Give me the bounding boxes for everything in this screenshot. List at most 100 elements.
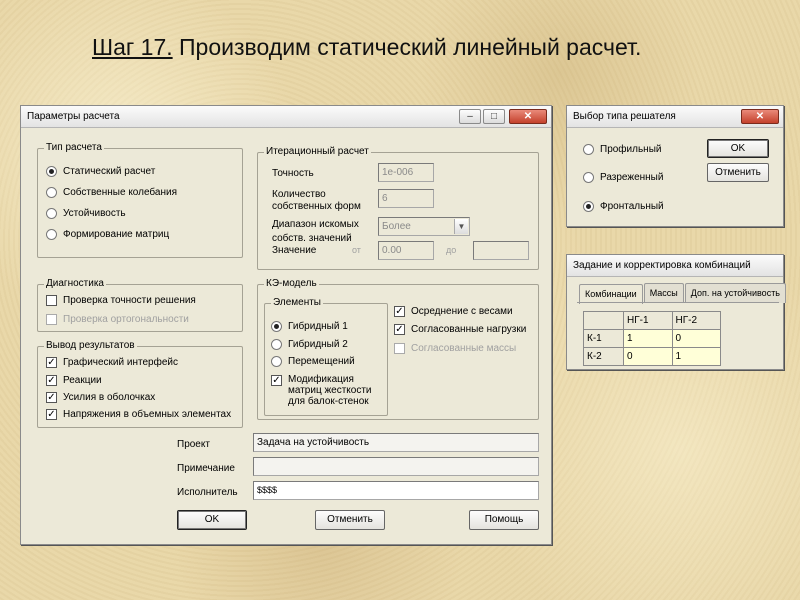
- calc-type-matrices[interactable]: Формирование матриц: [46, 229, 169, 240]
- matrix-modification[interactable]: ✓ Модификация матриц жесткости для балок…: [271, 374, 372, 407]
- element-displacements[interactable]: Перемещений: [271, 356, 355, 367]
- table-cell[interactable]: 0: [623, 347, 673, 366]
- to-label: до: [446, 245, 457, 255]
- checkbox-icon-checked: ✓: [271, 374, 282, 386]
- check-precision[interactable]: Проверка точности решения: [46, 295, 196, 306]
- tab-masses[interactable]: Массы: [643, 283, 684, 303]
- from-input[interactable]: 0.00: [378, 241, 434, 260]
- element-hybrid-2[interactable]: Гибридный 2: [271, 339, 348, 350]
- modes-count-input[interactable]: 6: [378, 189, 434, 208]
- table-cell[interactable]: 1: [671, 347, 721, 366]
- params-window-title: Параметры расчета: [27, 111, 120, 122]
- solver-cancel-button[interactable]: Отменить: [707, 163, 769, 182]
- project-input[interactable]: Задача на устойчивость: [253, 433, 539, 452]
- check-orthogonality[interactable]: Проверка ортогональности: [46, 314, 189, 325]
- table-cell[interactable]: 1: [623, 329, 673, 348]
- author-input[interactable]: $$$$: [253, 481, 539, 500]
- calc-type-stability[interactable]: Устойчивость: [46, 208, 126, 219]
- matrix-modification-label: Модификация матриц жесткости для балок-с…: [288, 374, 372, 407]
- output-solid-stresses-label: Напряжения в объемных элементах: [63, 409, 232, 420]
- chevron-down-icon[interactable]: ▼: [454, 219, 468, 234]
- output-solid-stresses[interactable]: ✓ Напряжения в объемных элементах: [46, 409, 231, 420]
- elements-group: Элементы Гибридный 1 Гибридный 2 Перемещ…: [264, 297, 388, 416]
- range-select-value: Более: [382, 221, 411, 232]
- solver-sparse[interactable]: Разреженный: [583, 172, 663, 183]
- value-label: Значение: [272, 245, 317, 256]
- calc-type-matrices-label: Формирование матриц: [63, 229, 170, 240]
- check-averaging[interactable]: ✓ Осреднение с весами: [394, 306, 513, 317]
- tab-stability[interactable]: Доп. на устойчивость: [684, 283, 786, 303]
- calc-type-eigen[interactable]: Собственные колебания: [46, 187, 177, 198]
- output-gui[interactable]: ✓ Графический интерфейс: [46, 357, 178, 368]
- modes-label-1: Количество: [272, 189, 326, 200]
- checkbox-icon-disabled: [46, 314, 57, 325]
- combinations-titlebar: Задание и корректировка комбинаций: [567, 255, 783, 277]
- note-input[interactable]: [253, 457, 539, 476]
- radio-icon-selected: [271, 321, 282, 332]
- note-label: Примечание: [177, 463, 235, 474]
- table-row: К-2 0 1: [583, 347, 721, 366]
- check-averaging-label: Осреднение с весами: [411, 306, 513, 317]
- help-button[interactable]: Помощь: [469, 510, 539, 530]
- solver-ok-button[interactable]: OK: [707, 139, 769, 158]
- radio-icon: [583, 172, 594, 183]
- iteration-legend: Итерационный расчет: [264, 146, 371, 157]
- radio-icon: [583, 144, 594, 155]
- element-hybrid-2-label: Гибридный 2: [288, 339, 348, 350]
- iteration-group: Итерационный расчет Точность 1e-006 Коли…: [257, 146, 539, 270]
- close-button[interactable]: ✕: [741, 109, 779, 124]
- check-precision-label: Проверка точности решения: [63, 295, 196, 306]
- radio-icon-selected: [583, 201, 594, 212]
- slide-title: Шаг 17. Производим статический линейный …: [92, 34, 641, 61]
- table-corner-cell: [583, 311, 624, 330]
- solver-frontal-label: Фронтальный: [600, 201, 664, 212]
- params-window: Параметры расчета – □ ✕ Тип расчета Стат…: [20, 105, 552, 545]
- cancel-button[interactable]: Отменить: [315, 510, 385, 530]
- combinations-table: НГ-1 НГ-2 К-1 1 0 К-2 0 1: [583, 311, 721, 366]
- solver-profile-label: Профильный: [600, 144, 662, 155]
- check-consistent-masses[interactable]: Согласованные массы: [394, 343, 516, 354]
- row-header: К-2: [583, 347, 624, 366]
- checkbox-icon-checked: ✓: [46, 356, 57, 368]
- checkbox-icon-checked: ✓: [46, 408, 57, 420]
- element-hybrid-1-label: Гибридный 1: [288, 321, 348, 332]
- check-consistent-loads[interactable]: ✓ Согласованные нагрузки: [394, 324, 526, 335]
- output-group: Вывод результатов ✓ Графический интерфейс…: [37, 340, 243, 428]
- close-button[interactable]: ✕: [509, 109, 547, 124]
- checkbox-icon-checked: ✓: [394, 305, 405, 317]
- range-select[interactable]: Более ▼: [378, 217, 470, 236]
- maximize-button[interactable]: □: [483, 109, 505, 124]
- tab-combinations[interactable]: Комбинации: [579, 284, 643, 304]
- fe-model-group: КЭ-модель Элементы Гибридный 1 Гибридный…: [257, 278, 539, 420]
- solver-profile[interactable]: Профильный: [583, 144, 661, 155]
- mod-line-1: Модификация: [288, 374, 354, 385]
- radio-icon-selected: [46, 166, 57, 177]
- output-shell-forces[interactable]: ✓ Усилия в оболочках: [46, 392, 155, 403]
- output-reactions[interactable]: ✓ Реакции: [46, 375, 102, 386]
- element-displacements-label: Перемещений: [288, 356, 355, 367]
- minimize-button[interactable]: –: [459, 109, 481, 124]
- diagnostics-legend: Диагностика: [44, 278, 106, 289]
- table-cell[interactable]: 0: [671, 329, 721, 348]
- from-label: от: [352, 245, 361, 255]
- table-header-row: НГ-1 НГ-2: [583, 311, 721, 330]
- combinations-window: Задание и корректировка комбинаций Комби…: [566, 254, 787, 370]
- ok-button[interactable]: OK: [177, 510, 247, 530]
- calc-type-eigen-label: Собственные колебания: [63, 187, 178, 198]
- calc-type-static[interactable]: Статический расчет: [46, 166, 155, 177]
- precision-input[interactable]: 1e-006: [378, 163, 434, 182]
- to-input[interactable]: [473, 241, 529, 260]
- calc-type-stability-label: Устойчивость: [63, 208, 126, 219]
- solver-frontal[interactable]: Фронтальный: [583, 201, 664, 212]
- slide-title-step: Шаг 17.: [92, 34, 173, 60]
- solver-window: Выбор типа решателя ✕ Профильный Разреже…: [566, 105, 784, 227]
- element-hybrid-1[interactable]: Гибридный 1: [271, 321, 348, 332]
- radio-icon: [46, 229, 57, 240]
- elements-legend: Элементы: [271, 297, 323, 308]
- check-consistent-loads-label: Согласованные нагрузки: [411, 324, 527, 335]
- row-header: К-1: [583, 329, 624, 348]
- solver-titlebar: Выбор типа решателя ✕: [567, 106, 783, 128]
- combinations-tabs: Комбинации Массы Доп. на устойчивость: [579, 283, 787, 304]
- radio-icon: [271, 339, 282, 350]
- slide-title-text: Производим статический линейный расчет.: [172, 34, 642, 60]
